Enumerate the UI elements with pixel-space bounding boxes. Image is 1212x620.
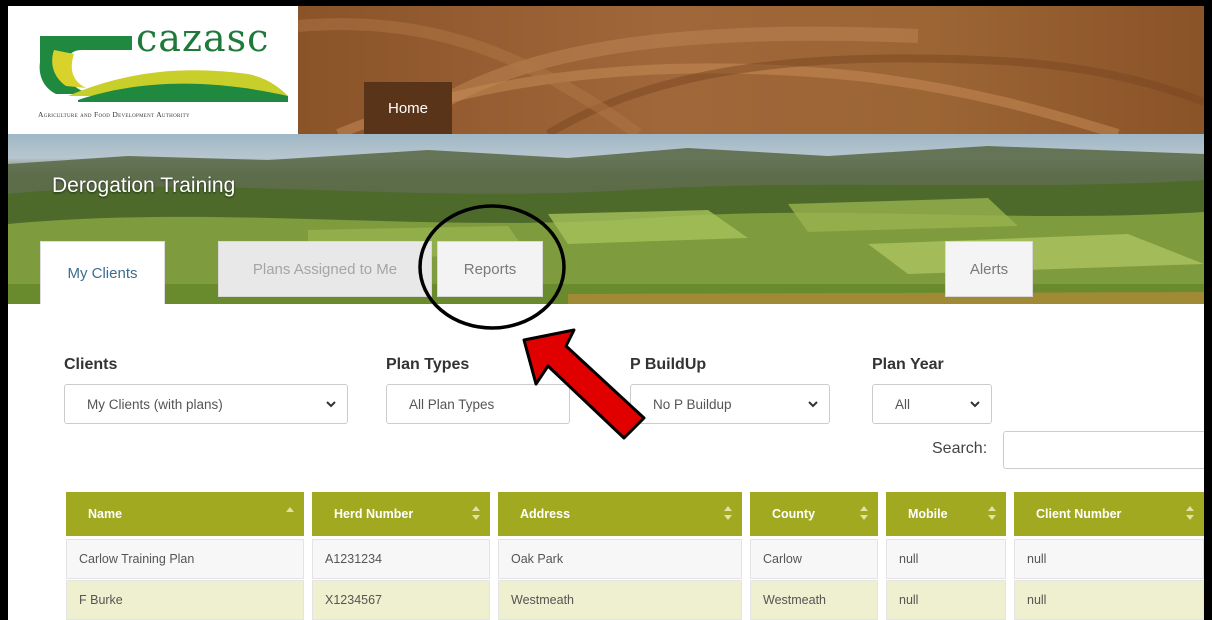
sort-icon [1186, 506, 1194, 520]
tab-alerts[interactable]: Alerts [945, 241, 1033, 297]
plan-types-label: Plan Types [386, 356, 470, 373]
col-header-name-label: Name [88, 507, 123, 521]
p-buildup-select[interactable]: No P Buildup [630, 384, 830, 424]
table-cell-county: Carlow [750, 539, 878, 579]
tab-plans-assigned[interactable]: Plans Assigned to Me [218, 241, 432, 297]
plan-year-label: Plan Year [872, 356, 944, 373]
sort-icon [860, 506, 868, 520]
table-cell-herd-number: X1234567 [312, 580, 490, 620]
col-header-county[interactable]: County [750, 492, 878, 536]
p-buildup-select-value: No P Buildup [653, 396, 732, 412]
table-cell-county: Westmeath [750, 580, 878, 620]
col-header-mobile[interactable]: Mobile [886, 492, 1006, 536]
search-label: Search: [932, 440, 988, 457]
col-header-name[interactable]: Name [66, 492, 304, 536]
plan-types-select-value: All Plan Types [409, 396, 495, 412]
red-arrow-icon [522, 328, 646, 440]
table-cell-name[interactable]: F Burke [66, 580, 304, 620]
logo-hill-icon [68, 70, 288, 102]
tab-my-clients[interactable]: My Clients [40, 241, 165, 304]
page-title: Derogation Training [52, 174, 236, 197]
chevron-down-icon [970, 401, 980, 408]
chevron-down-icon [326, 401, 336, 408]
logo-subtitle: Agriculture and Food Development Authori… [38, 110, 190, 119]
col-header-client-number-label: Client Number [1036, 507, 1122, 521]
clients-select-value: My Clients (with plans) [87, 396, 223, 412]
col-header-address-label: Address [520, 507, 571, 521]
table-cell-herd-number: A1231234 [312, 539, 490, 579]
annotation-circle [418, 204, 566, 330]
col-header-county-label: County [772, 507, 816, 521]
clients-label: Clients [64, 356, 118, 373]
table-cell-mobile: null [886, 539, 1006, 579]
col-header-herd-number[interactable]: Herd Number [312, 492, 490, 536]
logo-wordmark: cazasc [136, 16, 270, 60]
col-header-address[interactable]: Address [498, 492, 742, 536]
sort-icon [472, 506, 480, 520]
table-cell-name[interactable]: Carlow Training Plan [66, 539, 304, 579]
col-header-client-number[interactable]: Client Number [1014, 492, 1204, 536]
sort-asc-icon [286, 507, 294, 512]
search-input[interactable] [1003, 431, 1204, 469]
table-cell-mobile: null [886, 580, 1006, 620]
table-cell-client-number: null [1014, 580, 1204, 620]
clients-select[interactable]: My Clients (with plans) [64, 384, 348, 424]
plan-year-select[interactable]: All [872, 384, 992, 424]
sort-icon [988, 506, 996, 520]
col-header-herd-number-label: Herd Number [334, 507, 414, 521]
teagasc-logo[interactable]: cazasc Agriculture and Food Development … [8, 6, 298, 134]
col-header-mobile-label: Mobile [908, 507, 948, 521]
table-cell-client-number: null [1014, 539, 1204, 579]
plan-year-select-value: All [895, 396, 911, 412]
sort-icon [724, 506, 732, 520]
nav-home[interactable]: Home [364, 82, 452, 134]
table-cell-address: Oak Park [498, 539, 742, 579]
chevron-down-icon [808, 401, 818, 408]
table-cell-address: Westmeath [498, 580, 742, 620]
